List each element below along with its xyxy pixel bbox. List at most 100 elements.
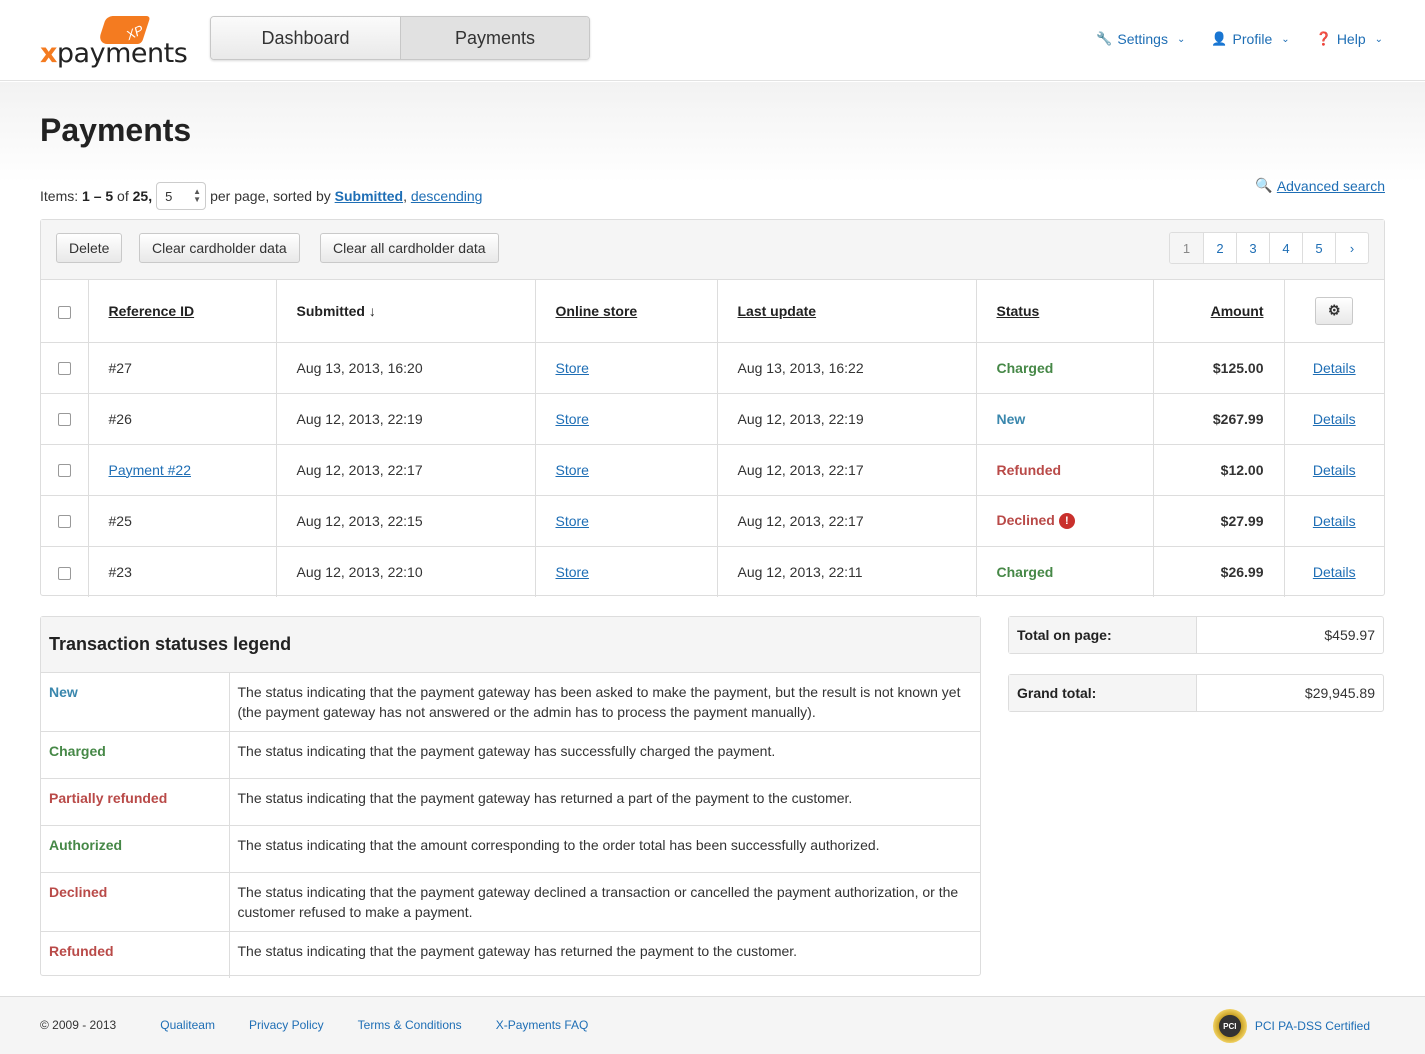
pci-text: PCI PA-DSS Certified [1254,1019,1370,1033]
page-4[interactable]: 4 [1269,233,1302,263]
clear-cardholder-button[interactable]: Clear cardholder data [139,233,300,263]
row-checkbox-cell [41,495,89,547]
per-page-value: 5 [165,188,173,204]
submitted-date: Aug 13, 2013, 16:20 [276,342,536,394]
col-settings: ⚙ [1284,280,1384,343]
row-checkbox[interactable] [57,515,71,529]
legend-table: New The status indicating that the paymen… [41,673,980,978]
gear-icon[interactable]: ⚙ [1315,296,1354,325]
store-link[interactable]: Store [556,564,589,580]
details-cell: Details [1284,393,1384,445]
row-checkbox-cell [41,342,89,394]
row-checkbox[interactable] [57,464,71,478]
legend-status-name: Refunded [41,931,230,978]
status-badge: Charged [996,563,1054,580]
legend-row: Authorized The status indicating that the… [41,825,980,873]
tab-payments[interactable]: Payments [400,17,589,59]
last-update-date: Aug 12, 2013, 22:11 [717,546,977,597]
details-link[interactable]: Details [1313,513,1356,529]
status-badge: Refunded [996,461,1062,478]
page-title: Payments [40,112,192,148]
row-checkbox[interactable] [57,566,71,580]
advanced-search[interactable]: 🔍 Advanced search [1255,177,1385,194]
submitted-date: Aug 12, 2013, 22:17 [276,444,536,496]
status-cell: Refunded [976,444,1154,496]
details-cell: Details [1284,444,1384,496]
delete-button[interactable]: Delete [56,233,123,263]
store-link[interactable]: Store [556,411,589,427]
reference-id-cell: Payment #22 [88,444,277,496]
sort-last-update[interactable]: Last update [738,303,817,319]
row-checkbox[interactable] [57,362,71,376]
sort-status[interactable]: Status [997,303,1040,319]
sort-online-store[interactable]: Online store [556,303,638,319]
sort-field-link[interactable]: Submitted [335,188,403,204]
details-link[interactable]: Details [1313,564,1356,580]
privacy-policy-link[interactable]: Privacy Policy [249,1018,324,1032]
xpayments-logo[interactable]: XP xpayments [40,14,188,70]
profile-menu[interactable]: 👤 Profile ⌄ [1211,31,1289,47]
pci-certification[interactable]: PCI PCI PA-DSS Certified [1212,1009,1370,1043]
select-all-checkbox[interactable] [57,305,71,319]
settings-label: Settings [1117,31,1168,47]
store-cell: Store [535,393,718,445]
col-amount: Amount [1153,280,1285,343]
details-cell: Details [1284,495,1384,547]
status-cell: Declined! [976,495,1154,547]
select-all-cell [41,280,89,343]
next-page-button[interactable]: › [1335,233,1368,263]
submitted-date: Aug 12, 2013, 22:19 [276,393,536,445]
logo-x: x [40,38,57,69]
store-link[interactable]: Store [556,513,589,529]
store-link[interactable]: Store [556,360,589,376]
clear-all-cardholder-button[interactable]: Clear all cardholder data [320,233,499,263]
row-checkbox[interactable] [57,413,71,427]
legend-status-name: Partially refunded [41,778,230,826]
faq-link[interactable]: X-Payments FAQ [496,1018,589,1032]
items-total: 25, [132,188,153,204]
parent-payment-link[interactable]: Payment #22 [109,462,192,478]
details-link[interactable]: Details [1313,360,1356,376]
company-link[interactable]: Qualiteam [160,1018,215,1032]
page-2[interactable]: 2 [1203,233,1236,263]
advanced-search-link[interactable]: Advanced search [1277,178,1385,194]
sort-order-link[interactable]: descending [411,188,483,204]
items-range: 1 – 5 [82,188,114,204]
sort-amount[interactable]: Amount [1211,303,1264,319]
reference-id: #26 [88,393,277,445]
table-row: #26 Aug 12, 2013, 22:19 Store Aug 12, 20… [41,393,1384,445]
col-submitted[interactable]: Submitted ↓ [276,280,536,343]
legend-status-desc: The status indicating that the payment g… [229,731,980,779]
legend-status-desc: The status indicating that the payment g… [237,943,798,959]
amount: $26.99 [1153,546,1285,597]
details-cell: Details [1284,546,1384,597]
details-link[interactable]: Details [1313,411,1356,427]
store-cell: Store [535,444,718,496]
details-link[interactable]: Details [1313,462,1356,478]
table-toolbar: Delete Clear cardholder data Clear all c… [41,220,1384,280]
legend-status-desc: The status indicating that the payment g… [229,872,980,932]
question-icon: ❓ [1315,31,1332,46]
page-1[interactable]: 1 [1170,233,1203,263]
sort-reference-id[interactable]: Reference ID [109,303,195,319]
exclamation-circle-icon[interactable]: ! [1058,513,1075,530]
tab-dashboard[interactable]: Dashboard [211,17,400,59]
help-menu[interactable]: ❓ Help ⌄ [1316,31,1383,47]
page-header-bg [0,82,1425,182]
legend-row: Charged The status indicating that the pa… [41,731,980,779]
terms-link[interactable]: Terms & Conditions [358,1018,462,1032]
row-checkbox-cell [41,393,89,445]
details-cell: Details [1284,342,1384,394]
grand-total-label: Grand total: [1009,675,1197,711]
page-3[interactable]: 3 [1236,233,1269,263]
last-update-date: Aug 13, 2013, 16:22 [717,342,977,394]
legend-row: Partially refunded The status indicating … [41,778,980,826]
page-5[interactable]: 5 [1302,233,1335,263]
store-cell: Store [535,495,718,547]
settings-menu[interactable]: 🔧 Settings ⌄ [1096,31,1185,47]
items-of: of [117,188,129,204]
per-page-select[interactable]: 5 ▲ ▼ [156,182,207,210]
store-link[interactable]: Store [556,462,589,478]
items-summary: Items: 1 – 5 of 25, 5 ▲ ▼ per page, sorted… [40,181,482,211]
reference-id: #25 [88,495,277,547]
